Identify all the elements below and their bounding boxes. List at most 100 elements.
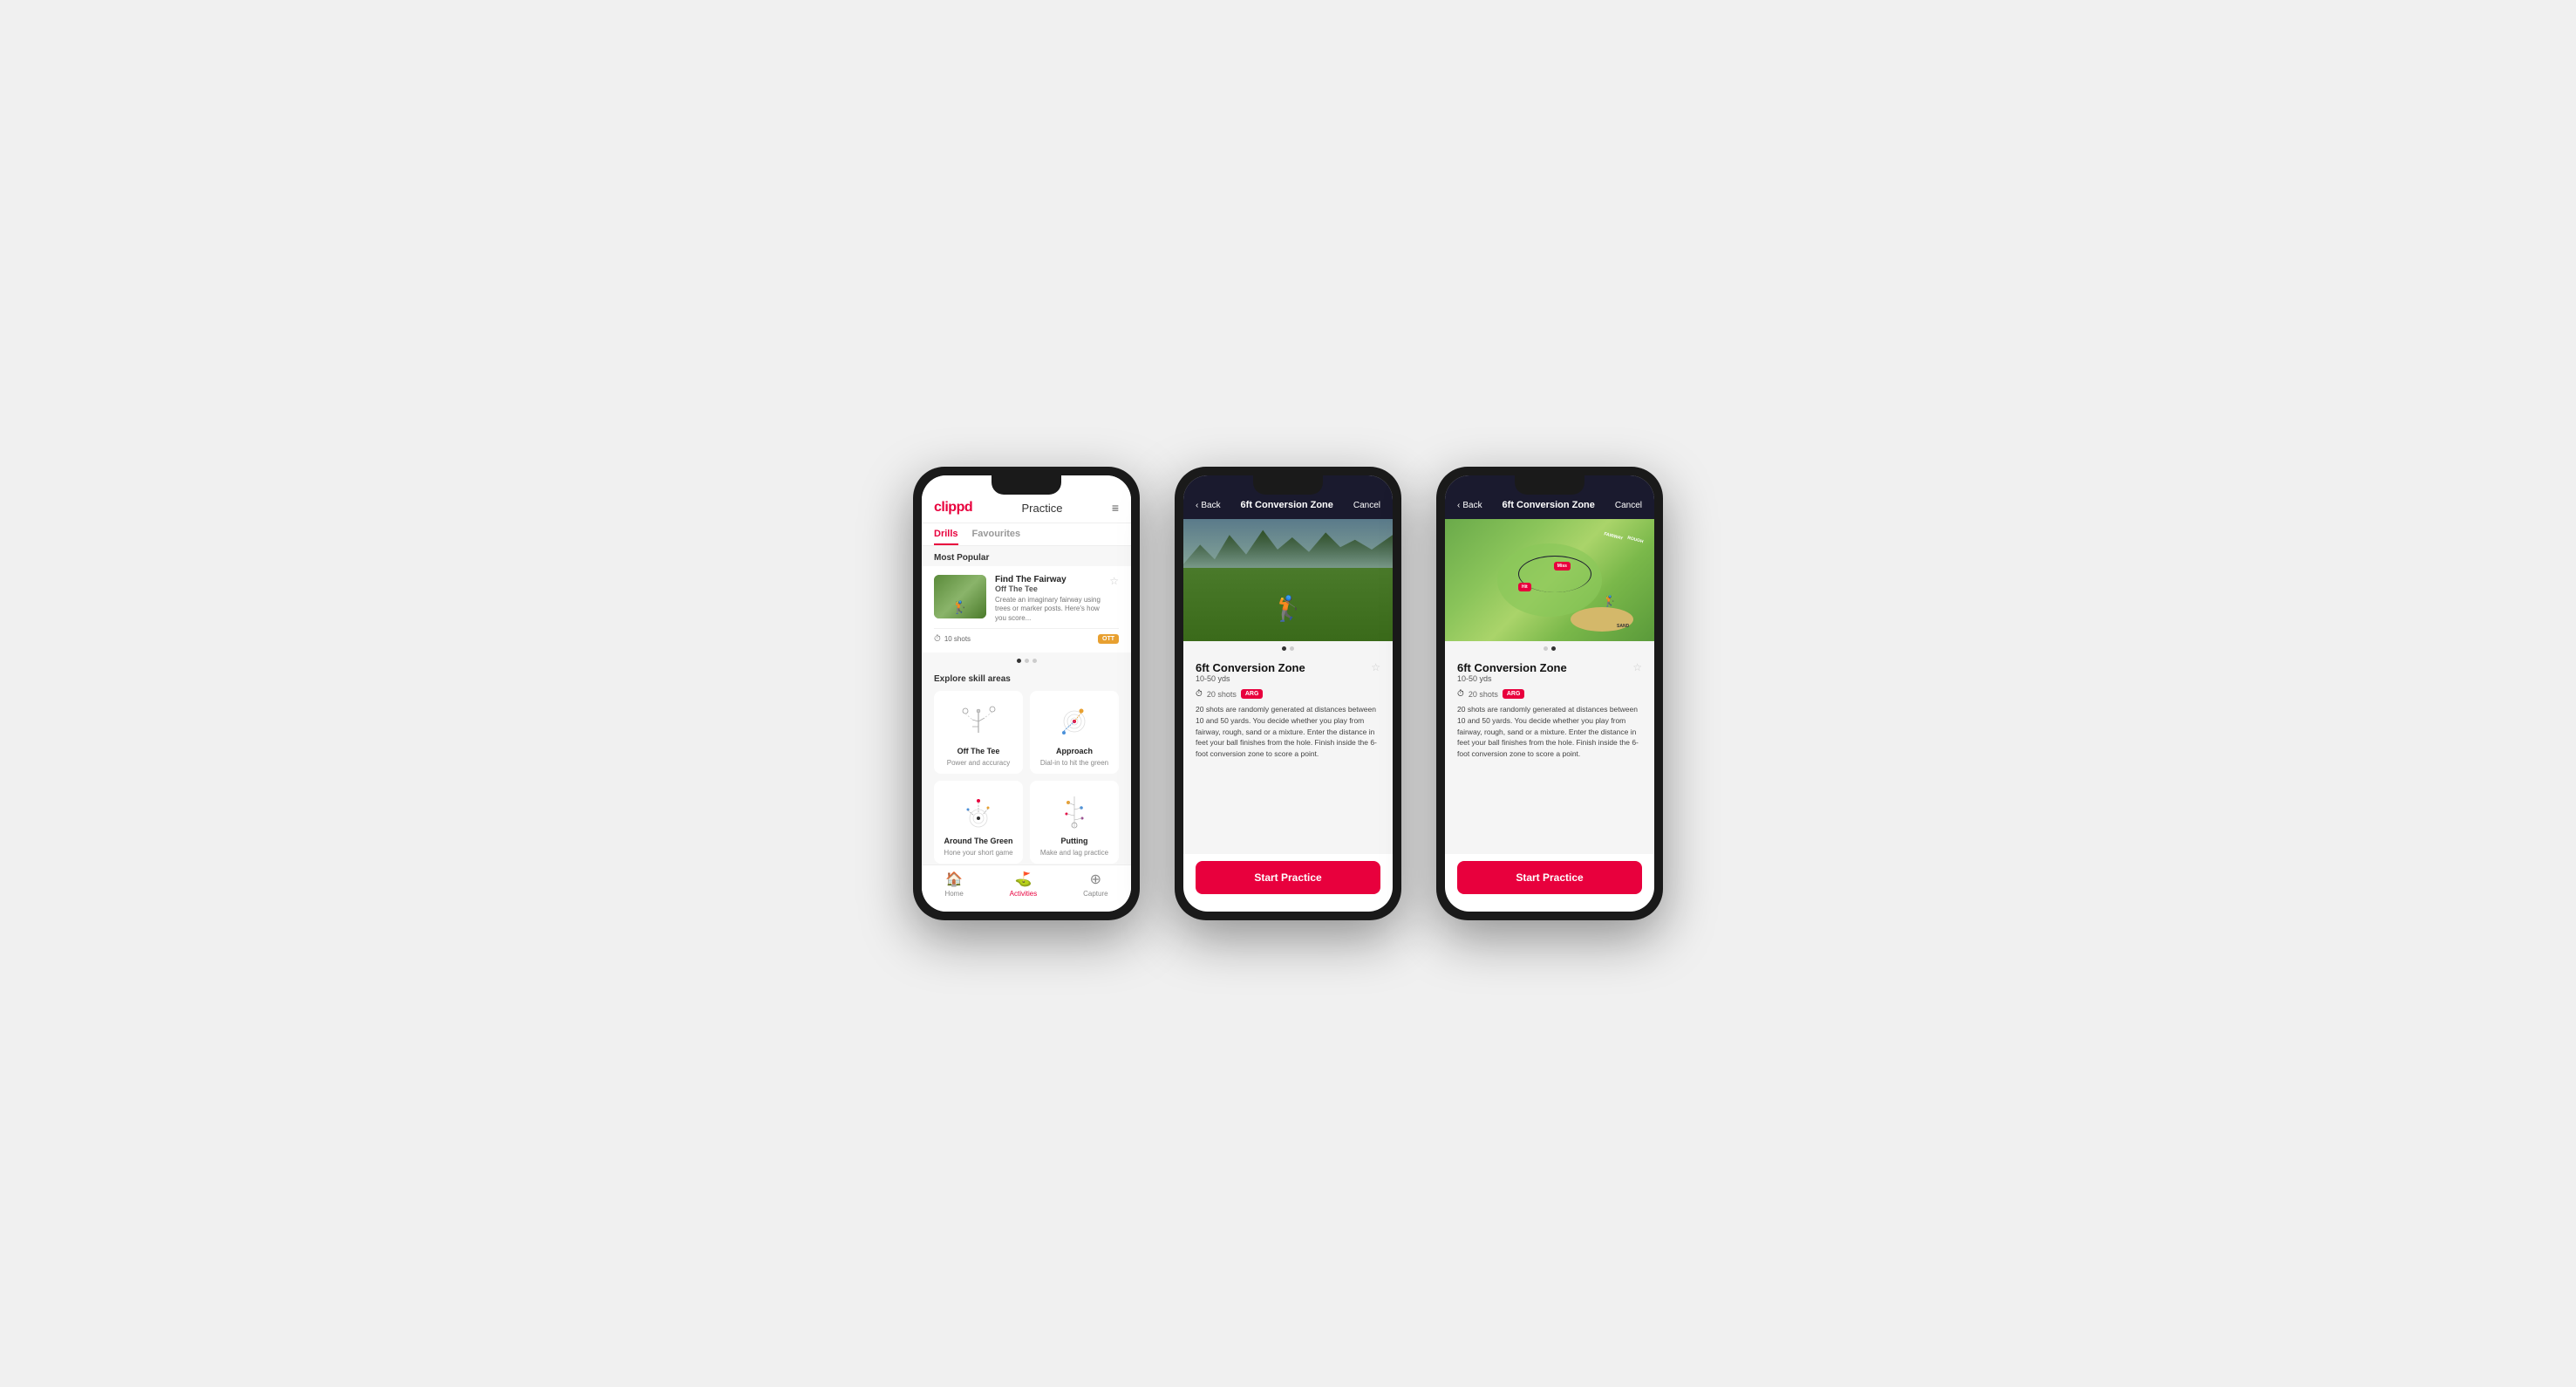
golfer-figure: 🏌️ (1273, 594, 1304, 623)
image-dots-3 (1445, 641, 1654, 654)
back-button-3[interactable]: ‹ Back (1457, 501, 1482, 510)
phone-3-header-title: 6ft Conversion Zone (1503, 500, 1595, 510)
phone-1-home-bar (992, 905, 1061, 908)
dot-3 (1032, 659, 1037, 663)
phone-1-notch (992, 475, 1061, 495)
start-practice-button-3[interactable]: Start Practice (1457, 861, 1642, 894)
golfer-figure: 🏌️ (952, 600, 967, 615)
map-golfer-figure: 🏌️ (1604, 595, 1617, 607)
drill-title-group-3: 6ft Conversion Zone 10-50 yds (1457, 661, 1567, 686)
home-label: Home (944, 890, 963, 898)
golf-map: Hit Miss FAIRWAY ROUGH SAND 🏌️ (1445, 519, 1654, 641)
explore-label: Explore skill areas (922, 667, 1131, 687)
drill-range-3: 10-50 yds (1457, 674, 1567, 683)
atg-icon (955, 792, 1003, 831)
drill-shots-row-3: ⏱ 20 shots ARG (1457, 689, 1642, 699)
shots-count: 10 shots (944, 635, 971, 643)
drill-tag-3: ARG (1503, 689, 1525, 699)
phone-1-content: Most Popular 🏌️ Find The Fairway Off The… (922, 546, 1131, 864)
back-label-3: Back (1462, 501, 1482, 510)
skill-card-putting[interactable]: Putting Make and lag practice (1030, 781, 1119, 864)
off-the-tee-icon (955, 702, 1003, 741)
favourite-star[interactable]: ☆ (1371, 661, 1380, 673)
hit-label: Hit (1518, 583, 1531, 591)
drill-shots: ⏱ 10 shots (934, 634, 971, 644)
golf-photo: 🏌️ (1183, 519, 1393, 641)
skill-name-ott: Off The Tee (957, 747, 1000, 755)
drill-shots-row: ⏱ 20 shots ARG (1196, 689, 1380, 699)
favourite-star[interactable]: ☆ (1109, 575, 1119, 587)
dot-2-p3 (1551, 646, 1556, 651)
start-practice-button[interactable]: Start Practice (1196, 861, 1380, 894)
dot-2 (1290, 646, 1294, 651)
phone-3-notch (1515, 475, 1584, 495)
dot-1-p3 (1544, 646, 1548, 651)
tabs-bar: Drills Favourites (922, 523, 1131, 546)
shots-clock-icon: ⏱ (1196, 689, 1203, 699)
drill-footer: ⏱ 10 shots OTT (934, 628, 1119, 644)
clock-icon: ⏱ (934, 634, 941, 644)
approach-icon (1051, 702, 1099, 741)
drill-title-group: 6ft Conversion Zone 10-50 yds (1196, 661, 1305, 686)
skill-card-atg[interactable]: Around The Green Hone your short game (934, 781, 1023, 864)
dot-1 (1282, 646, 1286, 651)
back-label: Back (1201, 501, 1220, 510)
cancel-button[interactable]: Cancel (1353, 501, 1380, 510)
drill-range: 10-50 yds (1196, 674, 1305, 683)
miss-label: Miss (1554, 562, 1571, 571)
drill-card-inner: 🏌️ Find The Fairway Off The Tee Create a… (934, 575, 1119, 623)
back-chevron: ‹ (1196, 501, 1198, 510)
drill-body: 6ft Conversion Zone 10-50 yds ☆ ⏱ 20 sho… (1183, 654, 1393, 854)
back-button[interactable]: ‹ Back (1196, 501, 1221, 510)
featured-drill-card[interactable]: 🏌️ Find The Fairway Off The Tee Create a… (922, 566, 1131, 653)
fairway-label: FAIRWAY (1603, 531, 1623, 542)
tab-drills[interactable]: Drills (934, 529, 958, 545)
drill-subtitle: Off The Tee (995, 584, 1101, 593)
phone-3-screen: ‹ Back 6ft Conversion Zone Cancel Hit Mi… (1445, 475, 1654, 912)
drill-description-3: 20 shots are randomly generated at dista… (1457, 704, 1642, 760)
skill-card-off-the-tee[interactable]: Off The Tee Power and accuracy (934, 691, 1023, 774)
favourite-star-3[interactable]: ☆ (1632, 661, 1642, 673)
nav-capture[interactable]: ⊕ Capture (1083, 871, 1107, 898)
practice-title: Practice (1021, 502, 1062, 515)
drill-thumbnail: 🏌️ (934, 575, 986, 618)
phone-2-notch (1253, 475, 1323, 495)
phone-2-header-title: 6ft Conversion Zone (1241, 500, 1333, 510)
skill-card-approach[interactable]: Approach Dial-in to hit the green (1030, 691, 1119, 774)
home-icon: 🏠 (945, 871, 963, 888)
back-chevron-3: ‹ (1457, 501, 1460, 510)
skill-name-approach: Approach (1056, 747, 1093, 755)
atg-icon-area (952, 789, 1005, 833)
carousel-dots (922, 654, 1131, 667)
skill-name-putting: Putting (1061, 837, 1088, 845)
menu-icon[interactable]: ≡ (1112, 501, 1119, 515)
drill-title: Find The Fairway (995, 575, 1101, 584)
putting-icon-area (1048, 789, 1101, 833)
tab-favourites[interactable]: Favourites (972, 529, 1021, 545)
drill-image: 🏌️ (1183, 519, 1393, 641)
skill-desc-atg: Hone your short game (944, 849, 1012, 857)
skill-desc-ott: Power and accuracy (947, 759, 1010, 767)
skill-desc-putting: Make and lag practice (1040, 849, 1108, 857)
sand-label: SAND (1617, 624, 1629, 629)
image-dots (1183, 641, 1393, 654)
off-the-tee-icon-area (952, 700, 1005, 743)
shots-clock-icon-3: ⏱ (1457, 689, 1464, 699)
capture-label: Capture (1083, 890, 1107, 898)
nav-activities[interactable]: ⛳ Activities (1010, 871, 1038, 898)
drill-header: 6ft Conversion Zone 10-50 yds ☆ (1196, 661, 1380, 686)
shots-count-3: 20 shots (1469, 690, 1498, 699)
drill-title-3: 6ft Conversion Zone (1457, 661, 1567, 674)
drill-body-3: 6ft Conversion Zone 10-50 yds ☆ ⏱ 20 sho… (1445, 654, 1654, 854)
dot-1 (1017, 659, 1021, 663)
shots-count: 20 shots (1207, 690, 1237, 699)
skill-desc-approach: Dial-in to hit the green (1040, 759, 1108, 767)
phone-3-home-bar (1515, 905, 1584, 908)
nav-home[interactable]: 🏠 Home (944, 871, 963, 898)
drill-description: 20 shots are randomly generated at dista… (1196, 704, 1380, 760)
putting-icon (1051, 792, 1099, 831)
cancel-button-3[interactable]: Cancel (1615, 501, 1642, 510)
drill-title: 6ft Conversion Zone (1196, 661, 1305, 674)
capture-icon: ⊕ (1090, 871, 1101, 888)
map-image: Hit Miss FAIRWAY ROUGH SAND 🏌️ (1445, 519, 1654, 641)
